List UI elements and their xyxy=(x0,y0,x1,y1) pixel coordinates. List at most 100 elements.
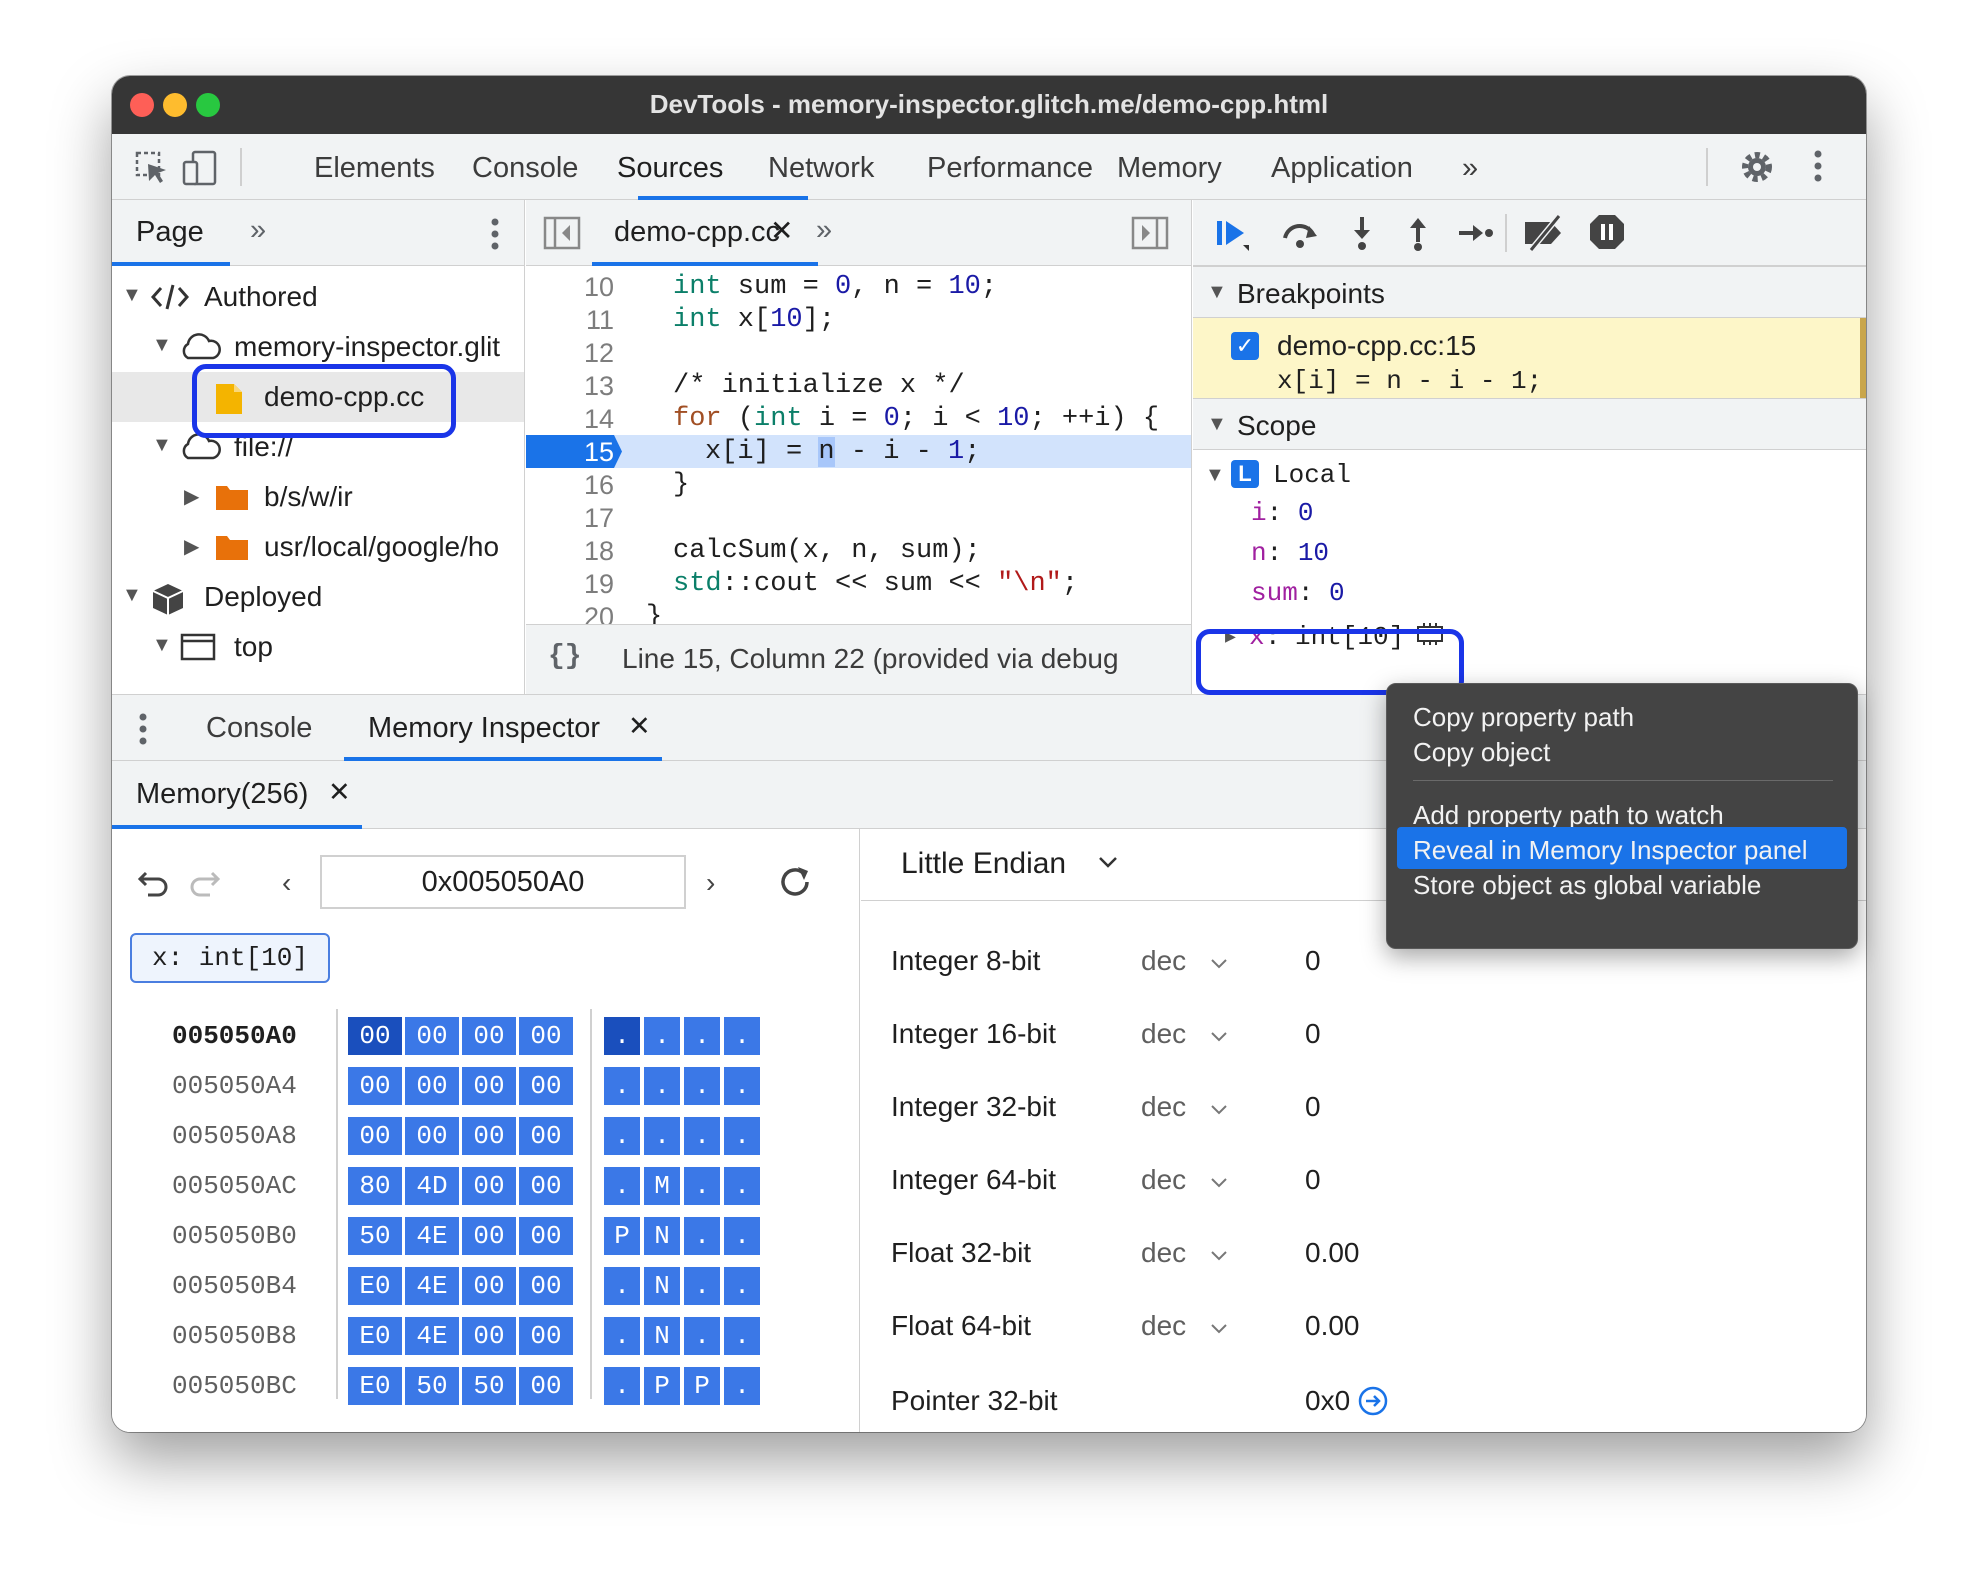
more-options-icon[interactable] xyxy=(1812,146,1824,191)
line-number[interactable]: 10 xyxy=(526,272,614,303)
value-mode-select[interactable]: dec xyxy=(1141,1164,1186,1196)
refresh-icon[interactable] xyxy=(776,863,814,906)
breakpoint-checkbox[interactable]: ✓ xyxy=(1231,332,1259,360)
close-icon[interactable]: ✕ xyxy=(328,777,351,808)
memory-ascii-char[interactable]: . xyxy=(684,1267,720,1305)
toggle-navigator-icon[interactable] xyxy=(542,214,582,257)
line-number[interactable]: 15 xyxy=(526,437,614,468)
memory-ascii-char[interactable]: . xyxy=(724,1367,760,1405)
memory-ascii-char[interactable]: P xyxy=(644,1367,680,1405)
memory-ascii-char[interactable]: . xyxy=(604,1367,640,1405)
scope-local[interactable]: ▼ L Local xyxy=(1193,452,1866,496)
memory-byte[interactable]: 4D xyxy=(405,1167,459,1205)
memory-ascii-char[interactable]: P xyxy=(684,1367,720,1405)
tab-elements[interactable]: Elements xyxy=(314,152,435,185)
memory-ascii-char[interactable]: . xyxy=(604,1317,640,1355)
code-line[interactable]: 10 int sum = 0, n = 10; xyxy=(526,270,1191,303)
previous-page-icon[interactable]: ‹ xyxy=(282,867,291,899)
code-line[interactable]: 12 xyxy=(526,336,1191,369)
toggle-debugger-icon[interactable] xyxy=(1130,214,1170,257)
memory-ascii-char[interactable]: P xyxy=(604,1217,640,1255)
tree-item-folder[interactable]: ▶ b/s/w/ir xyxy=(112,472,524,522)
value-mode-select[interactable]: dec xyxy=(1141,945,1186,977)
memory-ascii-char[interactable]: . xyxy=(724,1317,760,1355)
menu-item-store-as-global-variable[interactable]: Store object as global variable xyxy=(1397,862,1847,904)
memory-ascii-char[interactable]: . xyxy=(724,1267,760,1305)
memory-byte[interactable]: 00 xyxy=(462,1117,516,1155)
code-line[interactable]: 19 std::cout << sum << "\n"; xyxy=(526,567,1191,600)
memory-byte[interactable]: 00 xyxy=(462,1267,516,1305)
chevron-down-icon[interactable] xyxy=(1209,1168,1229,1200)
memory-byte[interactable]: 00 xyxy=(405,1017,459,1055)
line-number[interactable]: 19 xyxy=(526,569,614,600)
memory-byte[interactable]: 00 xyxy=(462,1017,516,1055)
memory-byte[interactable]: 00 xyxy=(519,1117,573,1155)
line-number[interactable]: 11 xyxy=(526,305,614,336)
memory-byte[interactable]: 00 xyxy=(405,1117,459,1155)
scope-section-header[interactable]: ▼ Scope xyxy=(1193,398,1866,450)
memory-byte[interactable]: 00 xyxy=(519,1217,573,1255)
deactivate-breakpoints-icon[interactable] xyxy=(1521,214,1569,257)
editor-file-tab[interactable]: demo-cpp.cc xyxy=(614,216,780,249)
menu-item-copy-object[interactable]: Copy object xyxy=(1397,729,1847,771)
memory-ascii-char[interactable]: . xyxy=(684,1017,720,1055)
chevron-down-icon[interactable] xyxy=(1209,1241,1229,1273)
memory-ascii-char[interactable]: . xyxy=(724,1017,760,1055)
value-mode-select[interactable]: dec xyxy=(1141,1018,1186,1050)
more-files-button[interactable]: » xyxy=(816,214,832,247)
memory-ascii-char[interactable]: M xyxy=(644,1167,680,1205)
memory-byte[interactable]: 4E xyxy=(405,1217,459,1255)
tab-network[interactable]: Network xyxy=(768,152,874,185)
navigator-menu-icon[interactable] xyxy=(490,214,500,259)
memory-byte[interactable]: 00 xyxy=(519,1317,573,1355)
line-number[interactable]: 18 xyxy=(526,536,614,567)
chevron-down-icon[interactable] xyxy=(1097,851,1119,878)
tab-page[interactable]: Page xyxy=(136,216,204,249)
tree-item-top[interactable]: ▼ top xyxy=(112,622,524,672)
scope-variable[interactable]: n: 10 xyxy=(1251,538,1329,568)
memory-byte[interactable]: 00 xyxy=(348,1017,402,1055)
memory-ascii-char[interactable]: . xyxy=(604,1167,640,1205)
next-page-icon[interactable]: › xyxy=(706,867,715,899)
memory-buffer-tab[interactable]: Memory(256) xyxy=(136,778,308,811)
memory-byte[interactable]: 4E xyxy=(405,1317,459,1355)
value-mode-select[interactable]: dec xyxy=(1141,1237,1186,1269)
tab-application[interactable]: Application xyxy=(1271,152,1413,185)
step-over-icon[interactable] xyxy=(1279,214,1321,257)
memory-byte[interactable]: E0 xyxy=(348,1317,402,1355)
tab-memory[interactable]: Memory xyxy=(1117,152,1222,185)
memory-byte[interactable]: 00 xyxy=(519,1267,573,1305)
memory-ascii-char[interactable]: . xyxy=(604,1067,640,1105)
memory-ascii-char[interactable]: . xyxy=(644,1017,680,1055)
memory-ascii-char[interactable]: . xyxy=(684,1217,720,1255)
memory-byte[interactable]: 00 xyxy=(348,1117,402,1155)
memory-byte[interactable]: 00 xyxy=(519,1067,573,1105)
device-toolbar-icon[interactable] xyxy=(180,148,220,193)
memory-ascii-char[interactable]: . xyxy=(644,1117,680,1155)
memory-ascii-char[interactable]: N xyxy=(644,1317,680,1355)
memory-ascii-char[interactable]: . xyxy=(644,1067,680,1105)
jump-to-address-icon[interactable] xyxy=(1357,1385,1389,1424)
memory-ascii-char[interactable]: N xyxy=(644,1267,680,1305)
memory-ascii-char[interactable]: . xyxy=(684,1317,720,1355)
memory-byte[interactable]: 4E xyxy=(405,1267,459,1305)
code-line[interactable]: 13 /* initialize x */ xyxy=(526,369,1191,402)
chevron-down-icon[interactable] xyxy=(1209,1314,1229,1346)
code-line[interactable]: 11 int x[10]; xyxy=(526,303,1191,336)
memory-byte[interactable]: 00 xyxy=(462,1067,516,1105)
memory-ascii-char[interactable]: . xyxy=(724,1167,760,1205)
line-number[interactable]: 13 xyxy=(526,371,614,402)
more-panes-button[interactable]: » xyxy=(250,214,266,247)
memory-byte[interactable]: 00 xyxy=(405,1067,459,1105)
memory-ascii-char[interactable]: . xyxy=(724,1117,760,1155)
close-icon[interactable]: ✕ xyxy=(628,711,651,742)
code-line[interactable]: 18 calcSum(x, n, sum); xyxy=(526,534,1191,567)
drawer-tab-memory-inspector[interactable]: Memory Inspector xyxy=(368,712,600,745)
memory-ascii-char[interactable]: . xyxy=(604,1017,640,1055)
memory-ascii-char[interactable]: . xyxy=(684,1067,720,1105)
pretty-print-icon[interactable]: {} xyxy=(548,641,582,672)
current-execution-line[interactable]: 15 x[i] = n - i - 1; xyxy=(526,435,1191,468)
scope-variable[interactable]: i: 0 xyxy=(1251,498,1313,528)
memory-byte[interactable]: 00 xyxy=(519,1367,573,1405)
pause-on-exceptions-icon[interactable] xyxy=(1587,212,1627,257)
